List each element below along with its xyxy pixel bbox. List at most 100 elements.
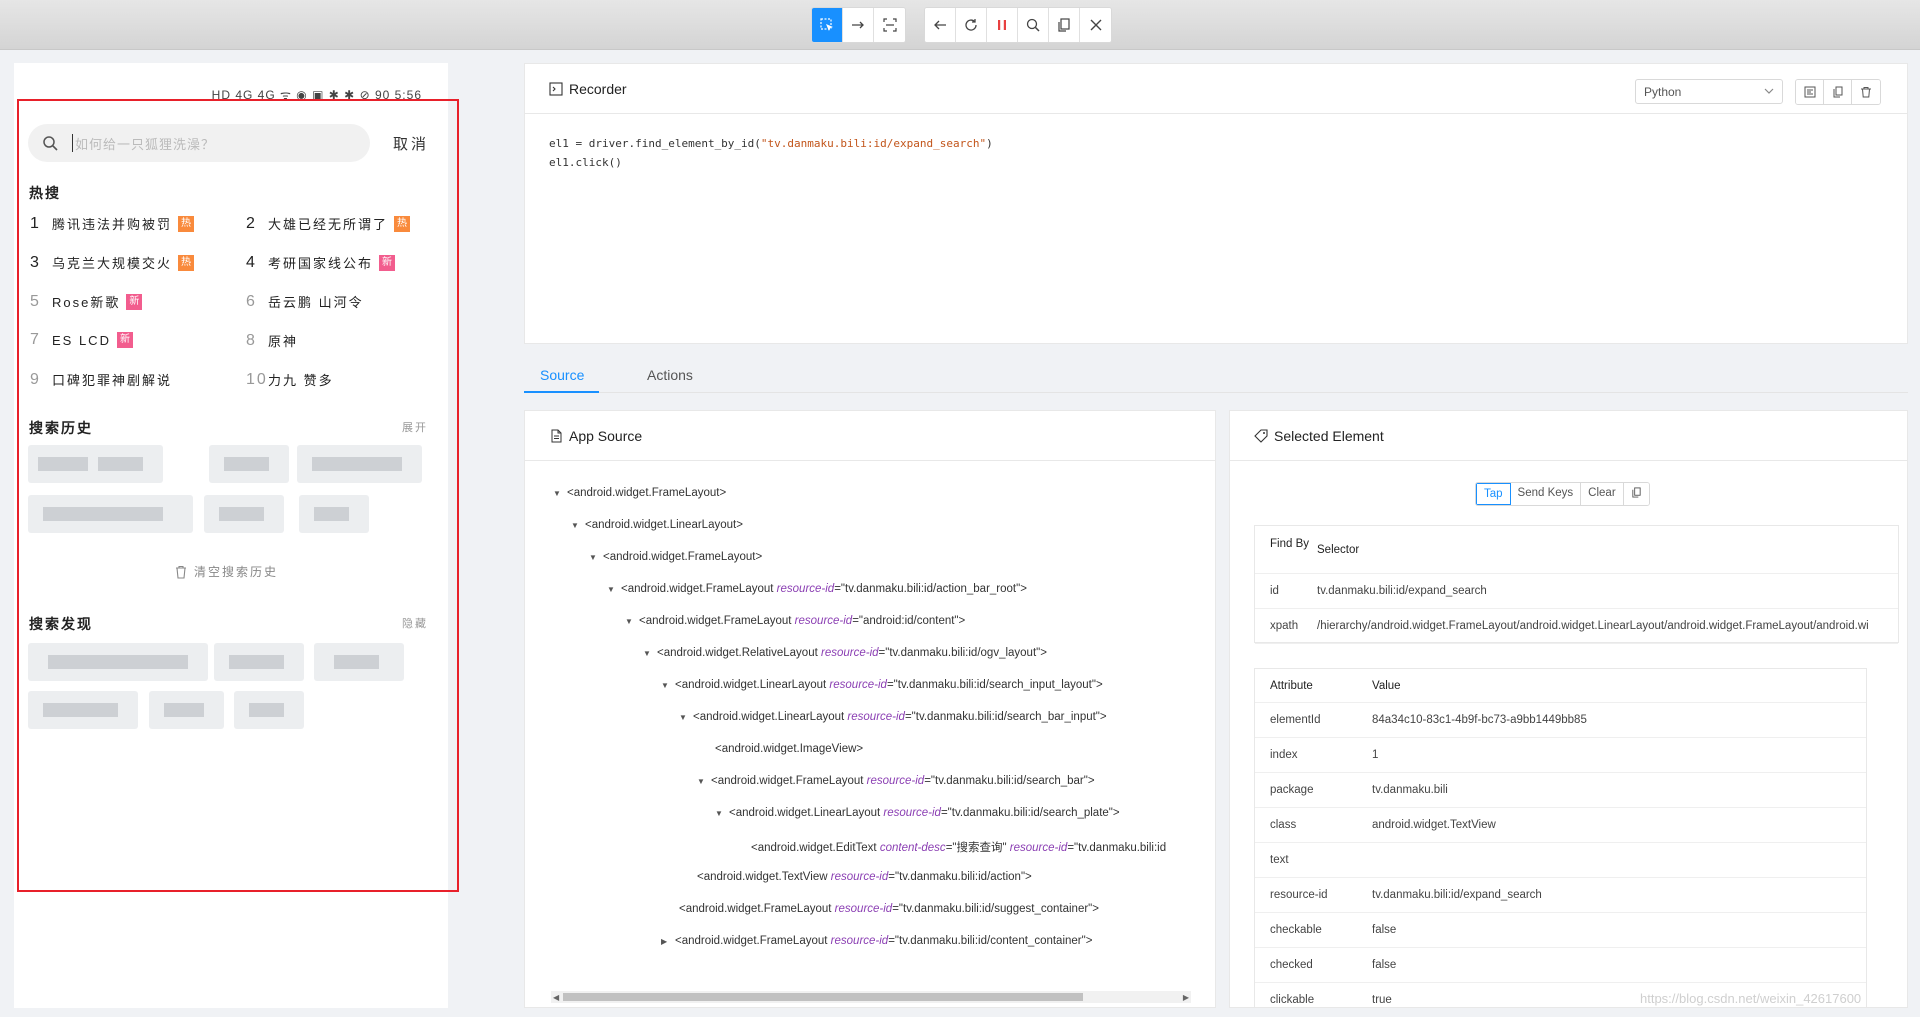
- mode-button-group: [811, 7, 906, 43]
- table-row[interactable]: xpath/hierarchy/android.widget.FrameLayo…: [1255, 609, 1898, 644]
- send-keys-button[interactable]: Send Keys: [1510, 483, 1582, 505]
- tree-node[interactable]: ▼ <android.widget.LinearLayout resource-i…: [679, 711, 1107, 723]
- select-element-icon[interactable]: [812, 8, 843, 42]
- attr-name: resource-id: [776, 583, 835, 595]
- back-icon[interactable]: [925, 8, 956, 42]
- attr-value: "tv.danmaku.bili:id/suggest_container": [898, 903, 1093, 915]
- tree-node[interactable]: <android.widget.ImageView>: [715, 743, 863, 755]
- swipe-icon[interactable]: [843, 8, 874, 42]
- show-boilerplate-icon[interactable]: [1796, 80, 1824, 104]
- tree-node[interactable]: ▼ <android.widget.FrameLayout resource-id…: [607, 583, 1027, 595]
- attr-value: "tv.danmaku.bili:id/search_plate": [947, 807, 1113, 819]
- recorder-panel: Recorder Python el1 = driver.find_elemen…: [524, 63, 1908, 344]
- tree-node[interactable]: ▼ <android.widget.FrameLayout>: [553, 487, 726, 499]
- language-select[interactable]: Python: [1635, 79, 1783, 104]
- tag-close: >: [1099, 711, 1107, 723]
- selector-cell[interactable]: /hierarchy/android.widget.FrameLayout/an…: [1317, 620, 1869, 632]
- copy-attributes-icon[interactable]: [1623, 483, 1649, 505]
- node-tag: <android.widget.FrameLayout: [621, 583, 774, 595]
- caret-down-icon[interactable]: ▼: [715, 809, 729, 818]
- caret-down-icon[interactable]: ▼: [589, 553, 603, 562]
- tree-node[interactable]: ▼ <android.widget.FrameLayout resource-id…: [697, 775, 1095, 787]
- table-row: checked false: [1255, 948, 1866, 983]
- tap-button[interactable]: Tap: [1476, 483, 1511, 505]
- caret-down-icon[interactable]: ▼: [625, 617, 639, 626]
- scroll-left-icon[interactable]: ◀: [553, 993, 559, 1002]
- tree-node[interactable]: <android.widget.TextView resource-id="tv…: [697, 871, 1032, 883]
- tree-node[interactable]: ▼ <android.widget.FrameLayout resource-id…: [625, 615, 965, 627]
- element-action-buttons: Tap Send Keys Clear: [1475, 482, 1650, 506]
- caret-down-icon[interactable]: ▼: [571, 521, 585, 530]
- app-source-header: App Source: [525, 411, 1215, 461]
- active-tab-indicator: [524, 391, 599, 393]
- copy-code-icon[interactable]: [1824, 80, 1852, 104]
- refresh-icon[interactable]: [956, 8, 987, 42]
- tree-node[interactable]: ▼ <android.widget.RelativeLayout resource…: [643, 647, 1047, 659]
- attribute-table: Attribute Value elementId 84a34c10-83c1-4…: [1254, 668, 1867, 1007]
- pause-recording-icon[interactable]: [987, 8, 1018, 42]
- caret-down-icon[interactable]: ▼: [661, 681, 675, 690]
- table-header: Attribute Value: [1255, 669, 1866, 703]
- caret-down-icon[interactable]: ▼: [643, 649, 657, 658]
- scrollbar-thumb[interactable]: [563, 993, 1083, 1001]
- search-icon[interactable]: [1018, 8, 1049, 42]
- tab-source[interactable]: Source: [540, 367, 584, 383]
- node-tag: <android.widget.LinearLayout>: [585, 519, 743, 531]
- tree-node[interactable]: <android.widget.FrameLayout resource-id=…: [679, 903, 1099, 915]
- attr-name: resource-id: [830, 935, 889, 947]
- table-header: Find By Selector: [1255, 526, 1898, 574]
- table-row[interactable]: id tv.danmaku.bili:id/expand_search: [1255, 574, 1898, 609]
- tree-node[interactable]: ▼ <android.widget.LinearLayout resource-i…: [715, 807, 1120, 819]
- attribute-name-cell: class: [1270, 819, 1297, 831]
- top-toolbar: [0, 0, 1920, 50]
- value-header: Value: [1372, 680, 1401, 692]
- attr-name: resource-id: [829, 679, 887, 691]
- tree-node[interactable]: ▼ <android.widget.LinearLayout>: [571, 519, 743, 531]
- tag-close: >: [1095, 679, 1103, 691]
- annotation-box-device: [17, 99, 459, 892]
- watermark: https://blog.csdn.net/weixin_42617600: [1640, 991, 1862, 1006]
- attribute-header: Attribute: [1270, 680, 1313, 692]
- node-tag: <android.widget.LinearLayout: [693, 711, 845, 723]
- horizontal-scrollbar[interactable]: ◀ ▶: [551, 991, 1191, 1003]
- attr-name: resource-id: [821, 647, 879, 659]
- clear-button[interactable]: Clear: [1581, 483, 1624, 505]
- caret-down-icon[interactable]: ▼: [697, 777, 711, 786]
- selected-element-header: Selected Element: [1230, 411, 1907, 461]
- tab-actions[interactable]: Actions: [647, 367, 693, 383]
- caret-down-icon[interactable]: ▼: [607, 585, 621, 594]
- scroll-right-icon[interactable]: ▶: [1183, 993, 1189, 1002]
- clear-actions-icon[interactable]: [1852, 80, 1880, 104]
- copy-xml-icon[interactable]: [1049, 8, 1080, 42]
- caret-down-icon[interactable]: ▼: [553, 489, 567, 498]
- tap-coordinates-icon[interactable]: [874, 8, 905, 42]
- node-tag: <android.widget.EditText: [751, 842, 877, 854]
- tag-close: >: [1085, 935, 1093, 947]
- tree-node[interactable]: <android.widget.EditText content-desc="搜…: [751, 839, 1166, 855]
- tree-node[interactable]: ▼ <android.widget.FrameLayout>: [589, 551, 762, 563]
- attribute-name-cell: elementId: [1270, 714, 1321, 726]
- source-tree: ▼ <android.widget.FrameLayout> ▼ <android.w…: [525, 461, 1215, 1001]
- attr-name: resource-id: [883, 807, 941, 819]
- attribute-value-cell: android.widget.TextView: [1372, 819, 1496, 831]
- tag-close: >: [1092, 903, 1099, 915]
- find-by-header: Find By: [1270, 538, 1309, 550]
- quit-session-icon[interactable]: [1080, 8, 1111, 42]
- tree-node[interactable]: ▼ <android.widget.LinearLayout resource-i…: [661, 679, 1103, 691]
- attribute-name-cell: checkable: [1270, 924, 1322, 936]
- attr-value: "tv.danmaku.bili:id/content_container": [894, 935, 1086, 947]
- attribute-value-cell: false: [1372, 959, 1397, 971]
- selector-cell[interactable]: tv.danmaku.bili:id/expand_search: [1317, 585, 1487, 597]
- tree-node[interactable]: ▶ <android.widget.FrameLayout resource-id…: [661, 935, 1092, 947]
- recorded-code: el1 = driver.find_element_by_id("tv.danm…: [549, 134, 993, 172]
- node-tag: <android.widget.LinearLayout: [675, 679, 827, 691]
- caret-down-icon[interactable]: ▼: [679, 713, 693, 722]
- tag-close: >: [1112, 807, 1120, 819]
- attribute-name-cell: resource-id: [1270, 889, 1328, 901]
- caret-right-icon[interactable]: ▶: [661, 937, 675, 946]
- table-row: text: [1255, 843, 1866, 878]
- attr-name: resource-id: [830, 871, 889, 883]
- terminal-icon: [549, 81, 563, 96]
- session-button-group: [924, 7, 1112, 43]
- attribute-name-cell: index: [1270, 749, 1298, 761]
